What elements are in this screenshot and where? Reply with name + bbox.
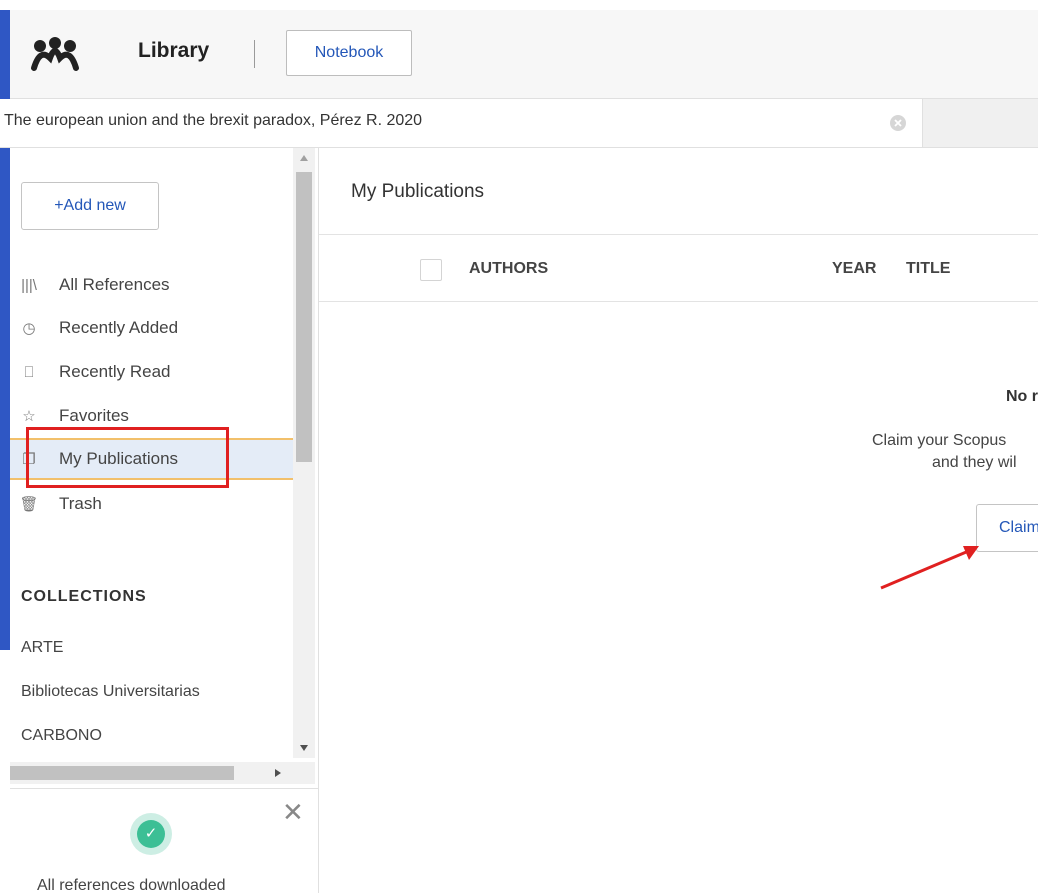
sidebar-item-label: Recently Added — [59, 318, 179, 337]
trash-icon: 🗑 — [19, 496, 39, 513]
collections-heading: COLLECTIONS — [21, 588, 147, 605]
collection-item[interactable]: CARBONO — [21, 727, 102, 745]
sync-status-panel: ✕ ✓ All references downloaded — [10, 788, 318, 894]
scrollbar-thumb[interactable] — [296, 172, 312, 462]
sync-status-text: All references downloaded — [37, 877, 226, 894]
notebook-button[interactable]: Notebook — [286, 30, 412, 76]
column-header-authors[interactable]: AUTHORS — [469, 260, 548, 278]
column-header-title[interactable]: TITLE — [906, 260, 950, 278]
sidebar-item-all-references[interactable]: |||\ All References — [10, 264, 293, 306]
column-header-year[interactable]: YEAR — [832, 260, 876, 278]
empty-state-heading: No r — [1006, 388, 1038, 405]
sidebar-item-recently-added[interactable]: ◷ Recently Added — [10, 307, 293, 349]
clock-icon: ◷ — [22, 320, 36, 337]
section-title: My Publications — [351, 181, 485, 202]
success-check-icon: ✓ — [130, 813, 172, 855]
scroll-right-icon[interactable] — [274, 768, 282, 778]
table-header: AUTHORS YEAR TITLE — [319, 235, 1038, 302]
select-all-checkbox[interactable] — [420, 259, 442, 281]
add-new-button[interactable]: +Add new — [21, 182, 159, 230]
scroll-up-icon[interactable] — [299, 154, 309, 162]
page-title: Library — [138, 39, 210, 62]
sidebar-item-label: All References — [59, 275, 170, 294]
app-header: Library Notebook — [10, 10, 1038, 99]
collection-item[interactable]: Bibliotecas Universitarias — [21, 683, 200, 701]
sidebar-item-label: Favorites — [59, 406, 129, 425]
scrollbar-thumb[interactable] — [10, 766, 234, 780]
sidebar-item-label: Trash — [59, 494, 102, 513]
search-bar: The european union and the brexit parado… — [0, 99, 1038, 148]
library-icon: |||\ — [21, 276, 37, 294]
search-input[interactable]: The european union and the brexit parado… — [4, 112, 422, 130]
window-edge — [0, 0, 10, 650]
sidebar: +Add new |||\ All References ◷ Recently … — [10, 148, 319, 893]
bookmark-icon: ⎕ — [24, 363, 34, 381]
empty-state-text: Claim your Scopus — [872, 432, 1007, 449]
annotation-arrow-icon — [880, 546, 979, 590]
scroll-down-icon[interactable] — [299, 744, 309, 752]
sidebar-item-recently-read[interactable]: ⎕ Recently Read — [10, 351, 293, 393]
window-edge-corner — [0, 0, 10, 10]
details-pane-header — [922, 99, 1038, 147]
sidebar-item-label: Recently Read — [59, 362, 171, 381]
clear-search-icon[interactable] — [890, 115, 906, 131]
annotation-highlight-box — [26, 427, 229, 488]
header-divider — [254, 40, 255, 68]
sidebar-item-trash[interactable]: 🗑 Trash — [10, 483, 293, 525]
star-icon: ☆ — [22, 408, 36, 425]
empty-state-text: and they wil — [932, 454, 1017, 471]
collection-item[interactable]: ARTE — [21, 639, 63, 657]
close-icon[interactable]: ✕ — [282, 797, 304, 828]
main-content: My Publications AUTHORS YEAR TITLE No r … — [319, 148, 1038, 893]
mendeley-logo-icon[interactable] — [30, 34, 80, 74]
